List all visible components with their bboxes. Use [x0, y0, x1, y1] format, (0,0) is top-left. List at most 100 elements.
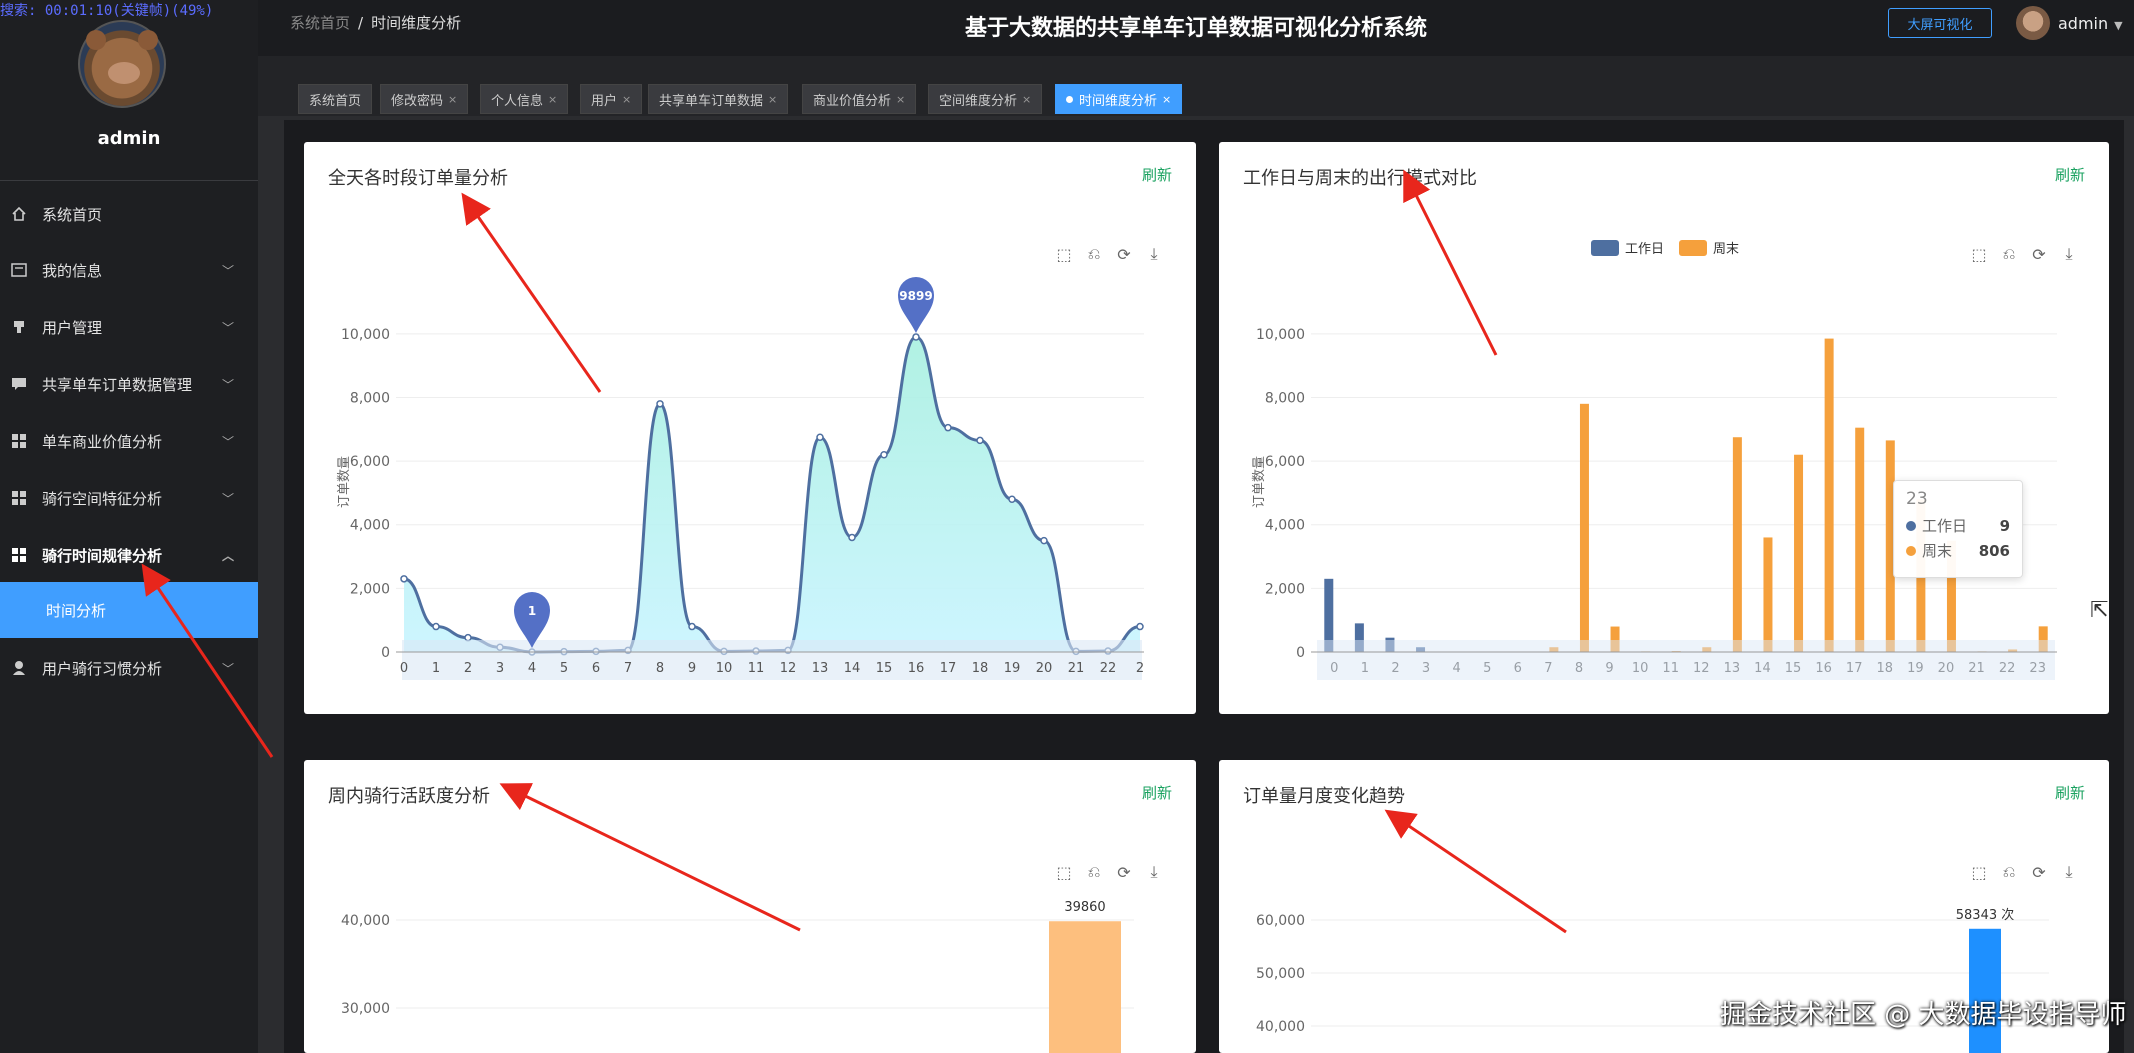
bar — [1969, 928, 2001, 1053]
bar — [1579, 403, 1589, 652]
tab-business-value[interactable]: 商业价值分析 × — [802, 84, 917, 114]
sidebar-item-label: 我的信息 — [42, 261, 103, 280]
close-icon[interactable]: × — [1162, 93, 1171, 106]
sidebar-item-my-info[interactable]: 我的信息 ﹀ — [0, 242, 258, 298]
sidebar: admin 系统首页 我的信息 ﹀ 用户管理 ﹀ 共享单车订单数据管理 ﹀ 单车… — [0, 0, 258, 1053]
sidebar-item-label: 时间分析 — [46, 601, 107, 620]
tab-order-data[interactable]: 共享单车订单数据 × — [648, 84, 789, 114]
tab-space-dimension[interactable]: 空间维度分析 × — [928, 84, 1043, 114]
tab-label: 用户 — [591, 93, 618, 109]
sidebar-item-order-manage[interactable]: 共享单车订单数据管理 ﹀ — [0, 356, 258, 412]
weekday-bar-chart: 02,0004,0006,0008,00010,000订单数量工作日周末0123… — [1252, 240, 2057, 680]
tooltip-series-name: 工作日 — [1922, 517, 1968, 535]
tooltip-value: 806 — [1978, 541, 2010, 560]
x-tick-label: 17 — [940, 661, 957, 676]
tab-label: 个人信息 — [491, 93, 544, 109]
tab-label: 空间维度分析 — [939, 93, 1018, 109]
data-point — [880, 450, 888, 459]
data-zoom-slider — [1317, 640, 2055, 680]
breadcrumb-home[interactable]: 系统首页 — [290, 14, 350, 32]
y-tick-label: 4,000 — [350, 518, 390, 534]
x-tick-label: 15 — [876, 661, 893, 676]
y-tick-label: 50,000 — [1256, 966, 1305, 982]
y-tick-label: 4,000 — [1265, 518, 1305, 534]
data-point — [400, 575, 408, 583]
breadcrumb-current: 时间维度分析 — [371, 14, 462, 32]
weekday-chart-card: 工作日与周末的出行模式对比 刷新 ⬚ ⎌ ⟳ ⤓ 0 2,000 4,000 6,000 8,… — [1219, 142, 2109, 714]
tab-label: 系统首页 — [309, 93, 362, 109]
close-icon[interactable]: × — [896, 93, 905, 106]
tooltip-row: 工作日 9 — [1906, 515, 2010, 536]
sidebar-item-label: 系统首页 — [42, 205, 103, 224]
sidebar-item-user-manage[interactable]: 用户管理 ﹀ — [0, 299, 258, 355]
x-tick-label: 22 — [1100, 661, 1117, 676]
user-avatar[interactable] — [78, 20, 166, 108]
active-dot-icon — [1066, 95, 1073, 103]
y-tick-label: 10,000 — [341, 327, 390, 343]
id-card-icon — [10, 261, 28, 279]
legend-swatch — [1679, 240, 1707, 256]
legend-label: 周末 — [1713, 242, 1739, 257]
x-tick-label: 0 — [400, 661, 408, 676]
x-tick-label: 2 — [1136, 661, 1144, 676]
tab-user[interactable]: 用户 × — [580, 84, 643, 114]
legend-swatch — [1591, 240, 1619, 256]
sidebar-item-space-analysis[interactable]: 骑行空间特征分析 ﹀ — [0, 470, 258, 526]
tab-change-password[interactable]: 修改密码 × — [380, 84, 469, 114]
grid-icon — [10, 489, 28, 507]
sidebar-item-label: 用户管理 — [42, 318, 103, 337]
close-icon[interactable]: × — [448, 93, 457, 106]
x-tick-label: 2 — [464, 661, 472, 676]
data-point — [944, 423, 952, 432]
marker-pin-icon — [898, 277, 934, 334]
marker-pin-icon — [514, 591, 550, 648]
breadcrumb: 系统首页 / 时间维度分析 — [290, 12, 461, 33]
home-icon — [10, 205, 28, 223]
close-icon[interactable]: × — [1022, 93, 1031, 106]
x-tick-label: 8 — [656, 661, 664, 676]
data-point — [848, 533, 856, 542]
x-tick-label: 7 — [624, 661, 632, 676]
chevron-up-icon: ︿ — [221, 548, 234, 563]
data-point — [912, 333, 920, 341]
marker-label: 1 — [528, 604, 536, 618]
bigscreen-button[interactable]: 大屏可视化 — [1888, 8, 1992, 38]
data-point — [464, 633, 472, 642]
sidebar-item-label: 用户骑行习惯分析 — [42, 659, 163, 678]
tab-time-dimension[interactable]: 时间维度分析 × — [1055, 84, 1183, 114]
user-menu[interactable]: admin ▼ — [2058, 14, 2123, 33]
tab-personal-info[interactable]: 个人信息 × — [480, 84, 569, 114]
y-tick-label: 8,000 — [350, 390, 390, 406]
caret-down-icon: ▼ — [2114, 19, 2123, 32]
sidebar-item-time-analysis-group[interactable]: 骑行时间规律分析 ︿ — [0, 527, 258, 583]
close-icon[interactable]: × — [622, 93, 631, 106]
y-tick-label: 0 — [1296, 645, 1305, 661]
bar — [1732, 437, 1742, 652]
weekly-chart-card: 周内骑行活跃度分析 刷新 ⬚ ⎌ ⟳ ⤓ 30,000 40,000 39860 — [304, 760, 1196, 1053]
sidebar-username: admin — [97, 128, 161, 149]
close-icon[interactable]: × — [548, 93, 557, 106]
x-tick-label: 13 — [812, 661, 829, 676]
y-tick-label: 8,000 — [1265, 390, 1305, 406]
x-tick-label: 6 — [592, 661, 600, 676]
sidebar-item-business-value[interactable]: 单车商业价值分析 ﹀ — [0, 413, 258, 469]
data-zoom-slider — [402, 640, 1142, 680]
data-point — [432, 622, 440, 631]
tooltip-title: 23 — [1906, 489, 1928, 509]
tab-home[interactable]: 系统首页 — [298, 84, 373, 114]
x-tick-label: 18 — [972, 661, 989, 676]
tab-label: 时间维度分析 — [1079, 93, 1158, 109]
y-tick-label: 6,000 — [1265, 454, 1305, 470]
y-tick-label: 2,000 — [350, 581, 390, 597]
close-icon[interactable]: × — [768, 93, 777, 106]
sidebar-item-riding-habits[interactable]: 用户骑行习惯分析 ﹀ — [0, 640, 258, 696]
y-tick-label: 40,000 — [341, 913, 390, 929]
sidebar-item-home[interactable]: 系统首页 — [0, 186, 258, 242]
sidebar-item-time-analysis[interactable]: 时间分析 — [0, 582, 258, 638]
watermark: 掘金技术社区 @ 大数据毕设指导师 — [1720, 1000, 2127, 1030]
avatar[interactable] — [2016, 6, 2050, 40]
recording-overlay-text: 搜索: 00:01:10(关键帧)(49%) — [0, 3, 214, 19]
tab-label: 商业价值分析 — [813, 93, 892, 109]
tooltip-series-name: 周末 — [1922, 542, 1953, 560]
person-icon — [10, 659, 28, 677]
